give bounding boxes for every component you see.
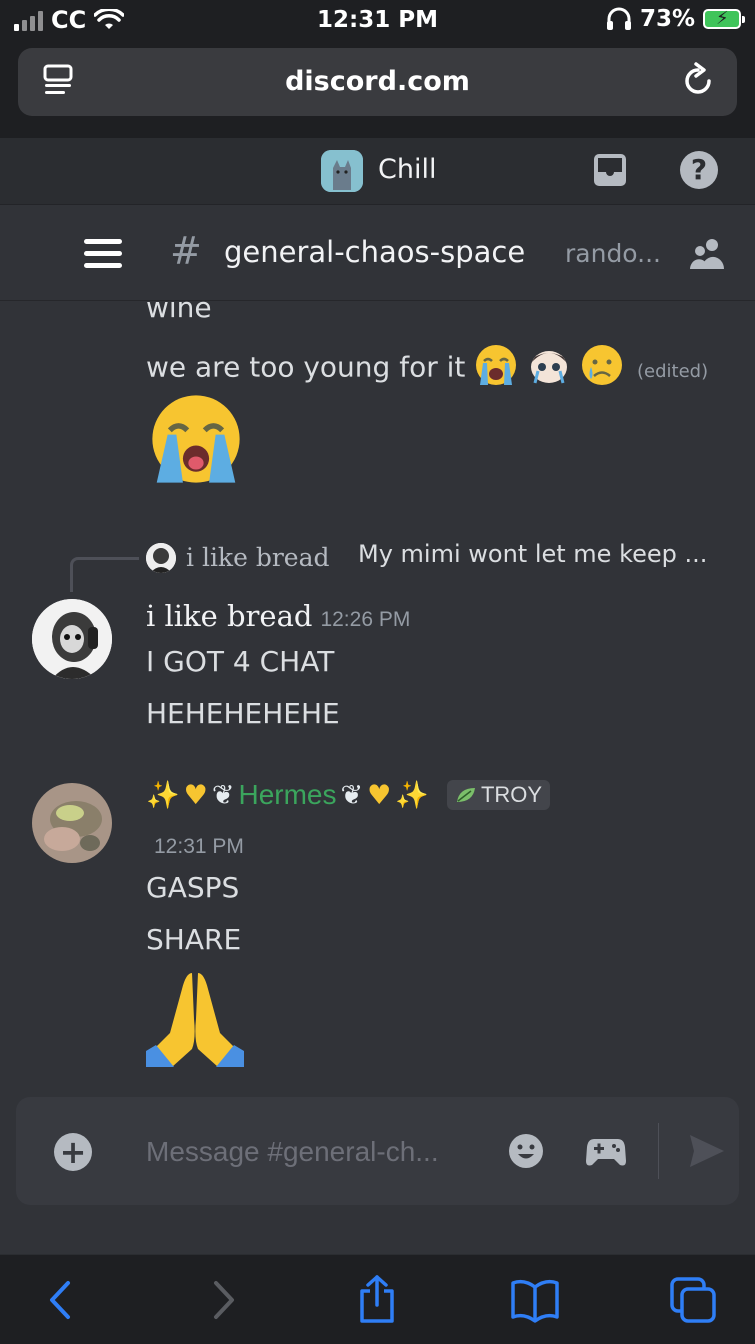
message-text: we are too young for it	[146, 350, 466, 384]
author-name[interactable]: Hermes	[238, 779, 336, 811]
yellow-heart-icon: ♥	[183, 779, 208, 811]
message-text: wine	[146, 301, 212, 324]
server-icon[interactable]	[321, 150, 363, 192]
leaf-icon	[456, 788, 475, 802]
add-attachment-icon[interactable]: +	[54, 1133, 92, 1171]
message-line: we are too young for it (edited)	[146, 343, 708, 394]
role-tag[interactable]: TROY	[446, 780, 551, 810]
message-text: GASPS	[146, 871, 240, 904]
emoji-picker-icon[interactable]	[508, 1133, 544, 1169]
message-header: i like bread 12:26 PM	[146, 599, 410, 633]
reply-text: My mimi wont let me keep ... r bottles o…	[358, 541, 706, 568]
reload-icon[interactable]	[679, 62, 717, 100]
message-input[interactable]	[144, 1129, 488, 1175]
role-tag-label: TROY	[480, 782, 543, 807]
send-icon[interactable]	[688, 1133, 726, 1169]
inbox-icon[interactable]	[592, 152, 628, 188]
forward-icon[interactable]	[196, 1275, 246, 1325]
browser-bar: discord.com	[0, 44, 755, 138]
status-bar: CC 12:31 PM 73% ⚡	[0, 0, 755, 44]
reply-author: i like bread	[186, 543, 330, 572]
activities-icon[interactable]	[586, 1133, 626, 1169]
url-text[interactable]: discord.com	[18, 66, 737, 97]
channel-name[interactable]: general-chaos-space	[224, 235, 525, 269]
sad-tear-emoji-icon	[580, 343, 624, 394]
sparkles-icon: ✨	[146, 780, 180, 811]
next-channel-tab[interactable]: rando...	[565, 239, 661, 268]
back-icon[interactable]	[38, 1275, 88, 1325]
wing-icon: ❦	[340, 779, 364, 811]
divider	[658, 1123, 659, 1179]
headphones-icon	[606, 7, 631, 30]
message-text: HEHEHEHEHE	[146, 697, 340, 730]
reply-preview[interactable]: i like bread My mimi wont let me keep ..…	[146, 541, 706, 583]
server-name[interactable]: Chill	[378, 154, 436, 185]
bookmarks-icon[interactable]	[510, 1275, 560, 1325]
menu-icon[interactable]	[84, 239, 122, 269]
help-icon[interactable]: ?	[680, 151, 718, 189]
battery-percent: 73%	[639, 6, 695, 32]
message-composer: +	[16, 1097, 739, 1205]
message-list[interactable]: wine we are too young for it (edited) i …	[0, 301, 755, 1096]
share-icon[interactable]	[352, 1275, 402, 1325]
avatar-hermes[interactable]	[32, 783, 112, 863]
channel-header: # general-chaos-space rando...	[0, 205, 755, 301]
tabs-icon[interactable]	[668, 1275, 718, 1325]
big-crying-emoji-icon	[146, 391, 246, 494]
browser-toolbar	[0, 1254, 755, 1344]
crying-emoji-icon	[474, 343, 518, 394]
sparkles-icon: ✨	[395, 780, 429, 811]
members-icon[interactable]	[688, 235, 726, 273]
message-header: ✨ ♥ ❦ Hermes ❦ ♥ ✨ TROY	[146, 779, 551, 811]
reply-connector	[70, 557, 139, 592]
author-name[interactable]: i like bread	[146, 599, 312, 633]
reply-avatar	[146, 543, 176, 573]
message-text: I GOT 4 CHAT	[146, 645, 335, 678]
server-header: Chill ?	[0, 138, 755, 205]
address-bar[interactable]: discord.com	[18, 48, 737, 116]
yellow-heart-icon: ♥	[367, 779, 392, 811]
avatar-i-like-bread[interactable]	[32, 599, 112, 679]
anime-crying-emoji-icon	[527, 343, 571, 394]
channel-hash-icon: #	[170, 229, 202, 273]
timestamp: 12:26 PM	[320, 608, 411, 631]
message-text: SHARE	[146, 923, 242, 956]
wing-icon: ❦	[211, 779, 235, 811]
praying-hands-emoji-icon	[146, 969, 244, 1076]
edited-label: (edited)	[637, 360, 709, 382]
battery-icon: ⚡	[703, 8, 745, 29]
timestamp: 12:31 PM	[154, 835, 244, 858]
